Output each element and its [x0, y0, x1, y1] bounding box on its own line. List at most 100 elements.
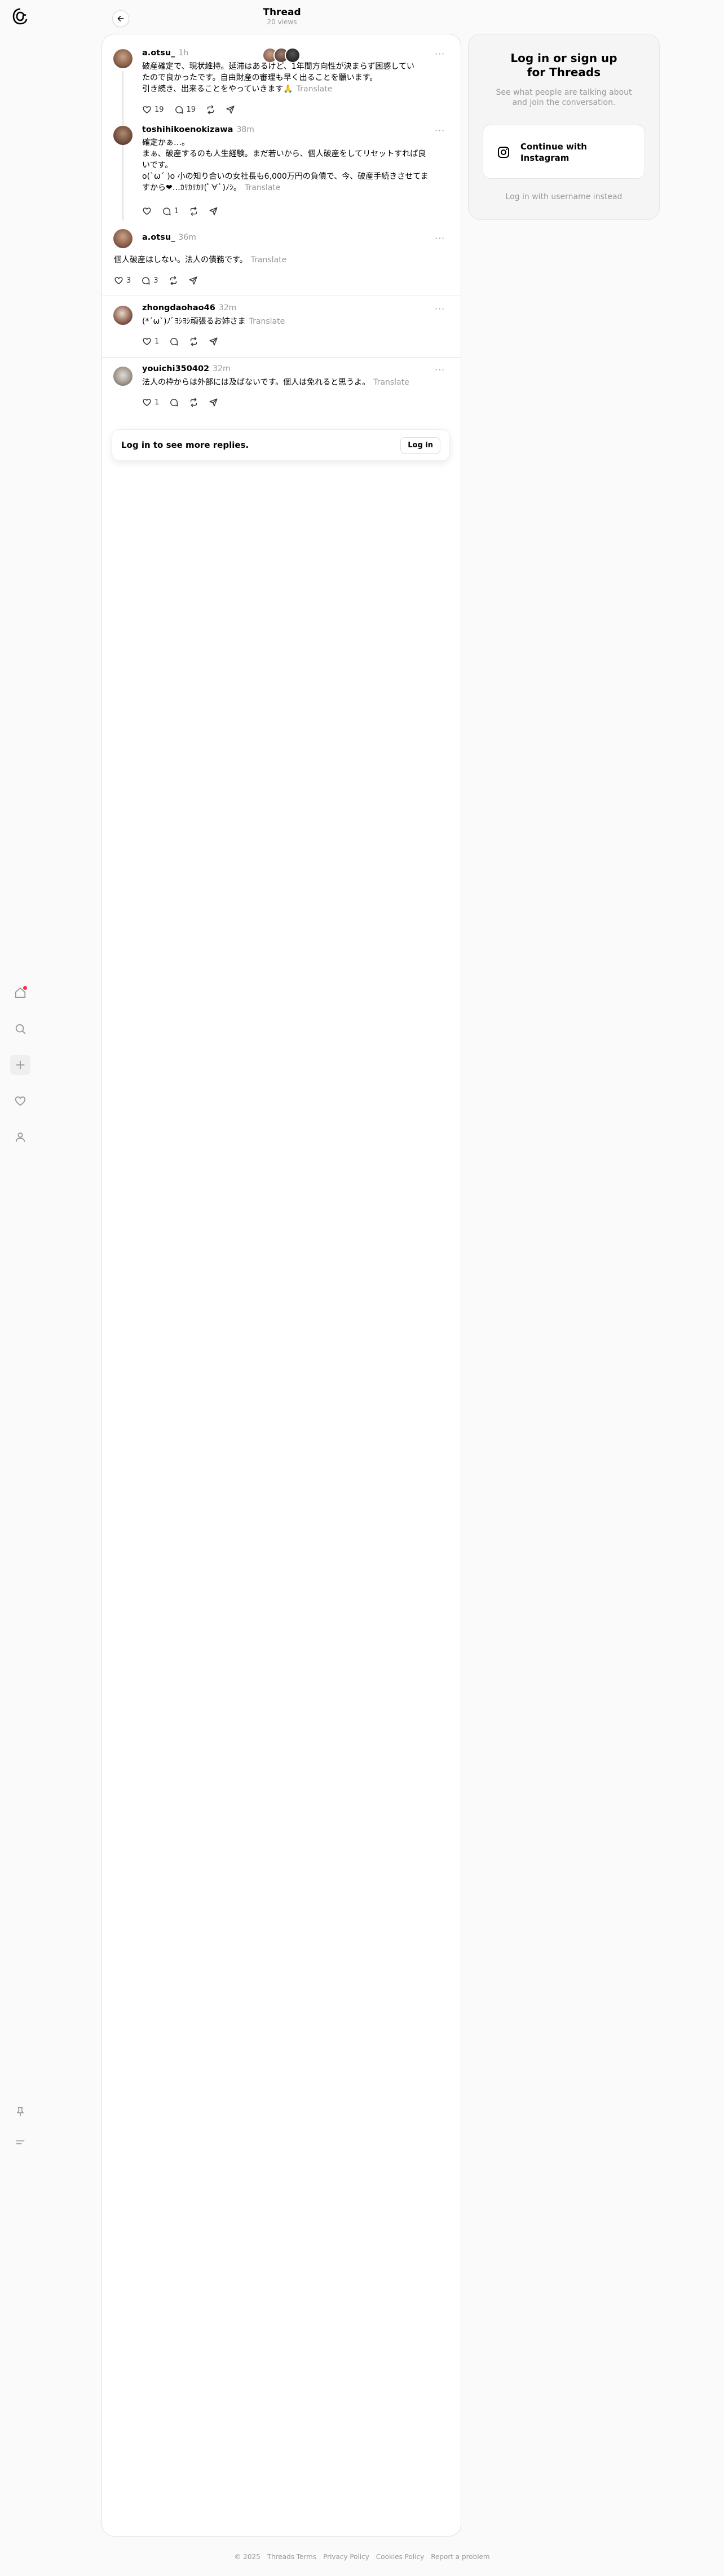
heart-icon	[143, 106, 151, 114]
more-options-icon[interactable]: ···	[435, 125, 445, 136]
post-body: 法人の枠からは外部には及ばないです。個人は免れると思うよ。 Translate	[142, 378, 409, 387]
translate-link[interactable]: Translate	[297, 85, 333, 94]
like-button[interactable]: 1	[142, 398, 159, 407]
avatar[interactable]	[113, 306, 133, 325]
heart-icon	[114, 277, 123, 285]
share-button[interactable]	[209, 206, 218, 216]
login-button[interactable]: Log in	[400, 437, 440, 454]
share-button[interactable]	[209, 337, 218, 346]
more-options-icon[interactable]: ···	[435, 364, 445, 375]
reply-count: 19	[186, 105, 196, 114]
notification-dot	[23, 986, 27, 990]
reply-button[interactable]	[169, 398, 179, 407]
translate-link[interactable]: Translate	[249, 317, 285, 326]
post-username[interactable]: a.otsu_ 1h	[142, 49, 188, 58]
translate-link[interactable]: Translate	[373, 378, 409, 387]
share-icon	[226, 105, 235, 114]
nav-activity[interactable]	[10, 1091, 30, 1111]
post-time: 36m	[178, 233, 196, 242]
post-actions: 1	[142, 337, 218, 346]
repost-button[interactable]	[189, 206, 198, 216]
comment-icon	[142, 277, 150, 285]
reply-button[interactable]: 1	[162, 206, 179, 216]
pin-icon	[17, 2107, 24, 2116]
translate-link[interactable]: Translate	[245, 183, 281, 192]
view-count: 20 views	[267, 18, 297, 26]
page-title: Thread	[263, 7, 301, 18]
repost-button[interactable]	[189, 398, 198, 407]
more-options-icon[interactable]: ···	[435, 49, 445, 59]
post-body: 確定かぁ…。 まぁ、破産するのも人生経験。まだ若いから、個人破産をしてリセットす…	[142, 138, 429, 192]
post-username[interactable]: toshihikoenokizawa 38m	[142, 125, 254, 134]
instagram-icon	[498, 147, 509, 158]
footer-link-privacy[interactable]: Privacy Policy	[323, 2553, 369, 2561]
username-login-link[interactable]: Log in with username instead	[469, 192, 659, 201]
login-prompt-banner: Log in to see more replies. Log in	[112, 429, 450, 461]
instagram-button-label: Continue with Instagram	[520, 142, 587, 163]
more-options-icon[interactable]: ···	[435, 303, 445, 314]
footer-link-terms[interactable]: Threads Terms	[267, 2553, 316, 2561]
repost-icon	[207, 105, 214, 115]
avatar[interactable]	[113, 126, 133, 145]
like-button[interactable]: 3	[114, 276, 131, 285]
footer-copyright: © 2025	[234, 2553, 261, 2561]
share-icon	[209, 398, 218, 407]
like-button[interactable]: 19	[142, 105, 164, 115]
nav-profile[interactable]	[10, 1127, 30, 1147]
avatar[interactable]	[113, 49, 133, 68]
like-button[interactable]: 1	[142, 337, 159, 346]
post-time: 38m	[236, 125, 254, 134]
repost-button[interactable]	[169, 276, 178, 285]
nav-menu[interactable]	[10, 2132, 30, 2152]
post-body: (*´ω`)ﾉﾞﾖｼﾖｼ頑張るお姉さま Translate	[142, 317, 285, 326]
post-username[interactable]: a.otsu_ 36m	[142, 233, 196, 242]
nav-search[interactable]	[10, 1019, 30, 1039]
footer: © 2025 Threads Terms Privacy Policy Cook…	[0, 2553, 724, 2561]
reply-count: 1	[174, 207, 179, 215]
translate-link[interactable]: Translate	[251, 256, 287, 265]
post-body: 個人破産はしない。法人の債務です。 Translate	[114, 256, 287, 265]
comment-icon	[170, 399, 178, 407]
repost-button[interactable]	[206, 105, 215, 115]
post-username[interactable]: zhongdaohao46 32m	[142, 303, 236, 312]
post-time: 1h	[178, 49, 189, 58]
login-card-subtitle: See what people are talking about and jo…	[496, 88, 632, 107]
user-icon	[15, 1132, 25, 1142]
reply-button[interactable]: 3	[141, 276, 158, 285]
heart-icon	[143, 338, 151, 346]
reply-button[interactable]	[169, 337, 179, 346]
more-options-icon[interactable]: ···	[435, 233, 445, 244]
post-actions: 3 3	[114, 276, 198, 285]
comment-icon	[170, 338, 178, 346]
comment-icon	[175, 106, 183, 114]
nav-create[interactable]	[10, 1055, 30, 1075]
share-icon	[209, 207, 218, 215]
avatar[interactable]	[113, 229, 133, 248]
reply-button[interactable]: 19	[174, 105, 196, 115]
plus-icon	[16, 1060, 25, 1069]
avatar[interactable]	[113, 367, 133, 386]
nav-home[interactable]	[10, 983, 30, 1003]
footer-link-cookies[interactable]: Cookies Policy	[376, 2553, 424, 2561]
heart-icon	[143, 208, 151, 215]
post-username[interactable]: youichi350402 32m	[142, 364, 231, 373]
thread-column	[101, 34, 461, 2537]
continue-with-instagram-button[interactable]: Continue with Instagram	[483, 125, 645, 179]
post-time: 32m	[218, 303, 237, 312]
post-time: 32m	[213, 364, 231, 373]
footer-link-report[interactable]: Report a problem	[431, 2553, 489, 2561]
repost-icon	[191, 337, 197, 346]
post-body: 破産確定で、現状維持。延滞はあるけど、1年間方向性が決まらず困惑してい たので良…	[142, 62, 414, 94]
thread-connector	[122, 71, 123, 221]
search-icon	[15, 1024, 26, 1034]
menu-icon	[16, 2140, 25, 2145]
share-button[interactable]	[226, 105, 235, 115]
like-button[interactable]	[142, 206, 152, 216]
heart-icon	[143, 399, 151, 407]
repost-button[interactable]	[189, 337, 198, 346]
share-button[interactable]	[188, 276, 198, 285]
nav-pin[interactable]	[10, 2102, 30, 2122]
login-card: Log in or sign up for Threads See what p…	[468, 34, 660, 220]
share-button[interactable]	[209, 398, 218, 407]
login-card-title: Log in or sign up for Threads	[510, 51, 617, 79]
